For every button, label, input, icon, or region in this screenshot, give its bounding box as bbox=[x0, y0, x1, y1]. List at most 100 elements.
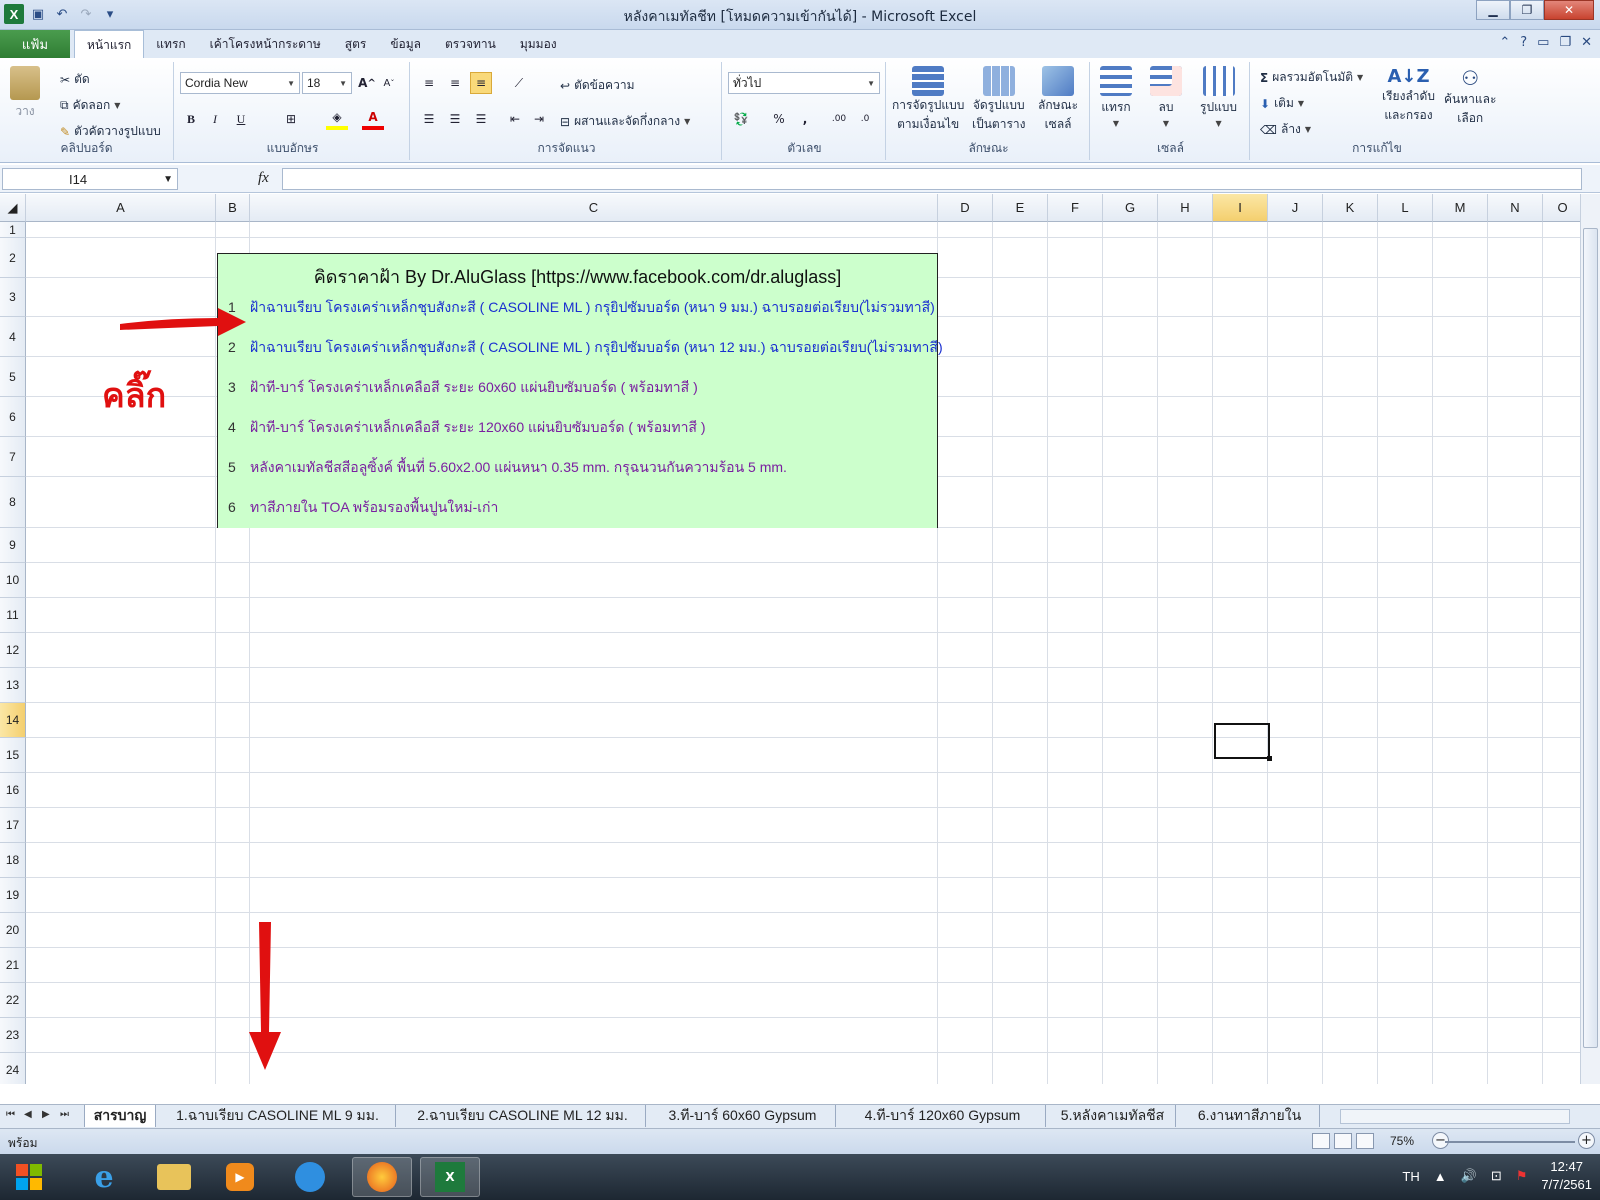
sheet-tab[interactable]: 1.ฉาบเรียบ CASOLINE ML 9 มม. bbox=[160, 1105, 396, 1127]
customize-toolbar-icon[interactable]: ▾ bbox=[100, 4, 120, 24]
row-header[interactable]: 20 bbox=[0, 913, 26, 948]
prev-sheet-icon[interactable]: ◀ bbox=[24, 1109, 32, 1120]
increase-indent-icon[interactable]: ⇥ bbox=[528, 108, 550, 130]
help-icon[interactable]: ? bbox=[1520, 35, 1527, 50]
align-center-icon[interactable]: ☰ bbox=[444, 108, 466, 130]
column-header[interactable]: C bbox=[250, 194, 938, 222]
bold-button[interactable]: B bbox=[180, 108, 202, 130]
menu-item-link[interactable]: ฝ้าที-บาร์ โครงเคร่าเหล็กเคลือสี ระยะ 12… bbox=[250, 419, 706, 435]
vertical-scroll-thumb[interactable] bbox=[1583, 228, 1598, 1048]
sort-filter-button[interactable]: A↓Z เรียงลำดับ และกรอง bbox=[1382, 66, 1435, 125]
menu-item-5[interactable]: 5 หลังคาเมทัลชีสสีอลูซิ้งค์ พื้นที่ 5.60x… bbox=[228, 457, 787, 479]
start-button[interactable] bbox=[2, 1157, 56, 1197]
column-header[interactable]: M bbox=[1433, 194, 1488, 222]
insert-function-icon[interactable]: fx bbox=[258, 170, 269, 187]
next-sheet-icon[interactable]: ▶ bbox=[42, 1109, 50, 1120]
tab-insert[interactable]: แทรก bbox=[144, 30, 197, 58]
menu-item-4[interactable]: 4 ฝ้าที-บาร์ โครงเคร่าเหล็กเคลือสี ระยะ 1… bbox=[228, 417, 706, 439]
menu-item-3[interactable]: 3 ฝ้าที-บาร์ โครงเคร่าเหล็กเคลือสี ระยะ 6… bbox=[228, 377, 698, 399]
vertical-scrollbar[interactable] bbox=[1580, 194, 1600, 1084]
minimize-button[interactable]: ▁ bbox=[1476, 0, 1510, 20]
row-header[interactable]: 15 bbox=[0, 738, 26, 773]
menu-item-6[interactable]: 6 ทาสีภายใน TOA พร้อมรองพื้นปูนใหม่-เก่า bbox=[228, 497, 498, 519]
media-player-app[interactable]: ▶ bbox=[210, 1157, 270, 1197]
chat-app[interactable] bbox=[280, 1157, 340, 1197]
row-header[interactable]: 12 bbox=[0, 633, 26, 668]
save-icon[interactable]: ▣ bbox=[28, 4, 48, 24]
menu-item-1[interactable]: 1 ฝ้าฉาบเรียบ โครงเคร่าเหล็กชุบสังกะสี ( … bbox=[228, 297, 935, 319]
percent-button[interactable]: % bbox=[768, 108, 790, 130]
column-header[interactable]: E bbox=[993, 194, 1048, 222]
row-header[interactable]: 6 bbox=[0, 397, 26, 437]
align-right-icon[interactable]: ☰ bbox=[470, 108, 492, 130]
delete-cells-button[interactable]: ลบ ▼ bbox=[1150, 66, 1182, 128]
undo-icon[interactable]: ↶ bbox=[52, 4, 72, 24]
first-sheet-icon[interactable]: ⏮ bbox=[6, 1109, 15, 1120]
fill-color-icon[interactable]: ◈ bbox=[326, 108, 348, 130]
network-icon[interactable]: ⊡ bbox=[1491, 1168, 1502, 1184]
column-header[interactable]: K bbox=[1323, 194, 1378, 222]
menu-item-link[interactable]: ฝ้าฉาบเรียบ โครงเคร่าเหล็กชุบสังกะสี ( C… bbox=[250, 339, 943, 355]
zoom-level[interactable]: 75% bbox=[1390, 1134, 1414, 1148]
clear-button[interactable]: ⌫ ล้าง ▼ bbox=[1260, 120, 1311, 139]
page-layout-view-icon[interactable] bbox=[1334, 1133, 1352, 1149]
row-header[interactable]: 5 bbox=[0, 357, 26, 397]
file-tab[interactable]: แฟ้ม bbox=[0, 30, 70, 58]
tab-page-layout[interactable]: เค้าโครงหน้ากระดาษ bbox=[198, 30, 333, 58]
page-break-view-icon[interactable] bbox=[1356, 1133, 1374, 1149]
workbook-restore-icon[interactable]: ❐ bbox=[1559, 35, 1571, 50]
fill-button[interactable]: ⬇ เติม ▼ bbox=[1260, 94, 1304, 113]
tab-formulas[interactable]: สูตร bbox=[333, 30, 379, 58]
underline-button[interactable]: U bbox=[230, 108, 252, 130]
column-header[interactable]: N bbox=[1488, 194, 1543, 222]
font-name-combo[interactable]: Cordia New ▼ bbox=[180, 72, 300, 94]
close-button[interactable]: ✕ bbox=[1544, 0, 1594, 20]
menu-item-2[interactable]: 2 ฝ้าฉาบเรียบ โครงเคร่าเหล็กชุบสังกะสี ( … bbox=[228, 337, 943, 359]
name-box[interactable]: I14 ▼ bbox=[2, 168, 178, 190]
zoom-slider[interactable] bbox=[1445, 1141, 1575, 1143]
tab-view[interactable]: มุมมอง bbox=[508, 30, 569, 58]
redo-icon[interactable]: ↷ bbox=[76, 4, 96, 24]
decrease-indent-icon[interactable]: ⇤ bbox=[504, 108, 526, 130]
tray-expand-icon[interactable]: ▲ bbox=[1434, 1169, 1447, 1184]
align-middle-icon[interactable]: ≡ bbox=[444, 72, 466, 94]
paste-button[interactable]: วาง bbox=[10, 66, 40, 121]
row-header[interactable]: 3 bbox=[0, 278, 26, 317]
align-bottom-icon[interactable]: ≡ bbox=[470, 72, 492, 94]
workbook-minimize-icon[interactable]: ▭ bbox=[1537, 35, 1549, 50]
orientation-icon[interactable]: ⟋ bbox=[508, 72, 530, 94]
row-header[interactable]: 19 bbox=[0, 878, 26, 913]
sheet-tab[interactable]: 3.ที-บาร์ 60x60 Gypsum bbox=[650, 1105, 836, 1127]
column-header[interactable]: G bbox=[1103, 194, 1158, 222]
insert-cells-button[interactable]: แทรก ▼ bbox=[1100, 66, 1132, 128]
row-header[interactable]: 16 bbox=[0, 773, 26, 808]
row-header[interactable]: 9 bbox=[0, 528, 26, 563]
row-header[interactable]: 24 bbox=[0, 1053, 26, 1084]
language-indicator[interactable]: TH bbox=[1402, 1169, 1419, 1184]
column-header[interactable]: F bbox=[1048, 194, 1103, 222]
copy-button[interactable]: ⧉ คัดลอก ▼ bbox=[60, 96, 120, 115]
comma-button[interactable]: , bbox=[794, 108, 816, 130]
last-sheet-icon[interactable]: ⏭ bbox=[60, 1109, 69, 1120]
sheet-tab[interactable]: 6.งานทาสีภายใน bbox=[1180, 1105, 1320, 1127]
number-format-combo[interactable]: ทั่วไป ▼ bbox=[728, 72, 880, 94]
menu-item-link[interactable]: ฝ้าที-บาร์ โครงเคร่าเหล็กเคลือสี ระยะ 60… bbox=[250, 379, 698, 395]
internet-explorer-app[interactable]: e bbox=[74, 1157, 134, 1197]
workbook-close-icon[interactable]: ✕ bbox=[1581, 35, 1592, 50]
sheet-tab[interactable]: สารบาญ bbox=[84, 1105, 156, 1127]
grow-font-icon[interactable]: A ^ bbox=[356, 72, 378, 94]
row-header[interactable]: 18 bbox=[0, 843, 26, 878]
increase-decimal-icon[interactable]: .00 bbox=[828, 108, 850, 130]
decrease-decimal-icon[interactable]: .0 bbox=[854, 108, 876, 130]
row-header[interactable]: 13 bbox=[0, 668, 26, 703]
volume-icon[interactable]: 🔊 bbox=[1461, 1168, 1477, 1184]
conditional-formatting-button[interactable]: การจัดรูปแบบ ตามเงื่อนไข bbox=[892, 66, 964, 134]
normal-view-icon[interactable] bbox=[1312, 1133, 1330, 1149]
column-header[interactable]: L bbox=[1378, 194, 1433, 222]
tab-data[interactable]: ข้อมูล bbox=[378, 30, 433, 58]
find-select-button[interactable]: ⚇ ค้นหาและ เลือก bbox=[1444, 66, 1496, 128]
select-all-corner[interactable]: ◢ bbox=[0, 194, 26, 222]
sheet-tab[interactable]: 5.หลังคาเมทัลชีส bbox=[1050, 1105, 1176, 1127]
zoom-in-icon[interactable]: + bbox=[1578, 1132, 1595, 1149]
row-header[interactable]: 4 bbox=[0, 317, 26, 357]
